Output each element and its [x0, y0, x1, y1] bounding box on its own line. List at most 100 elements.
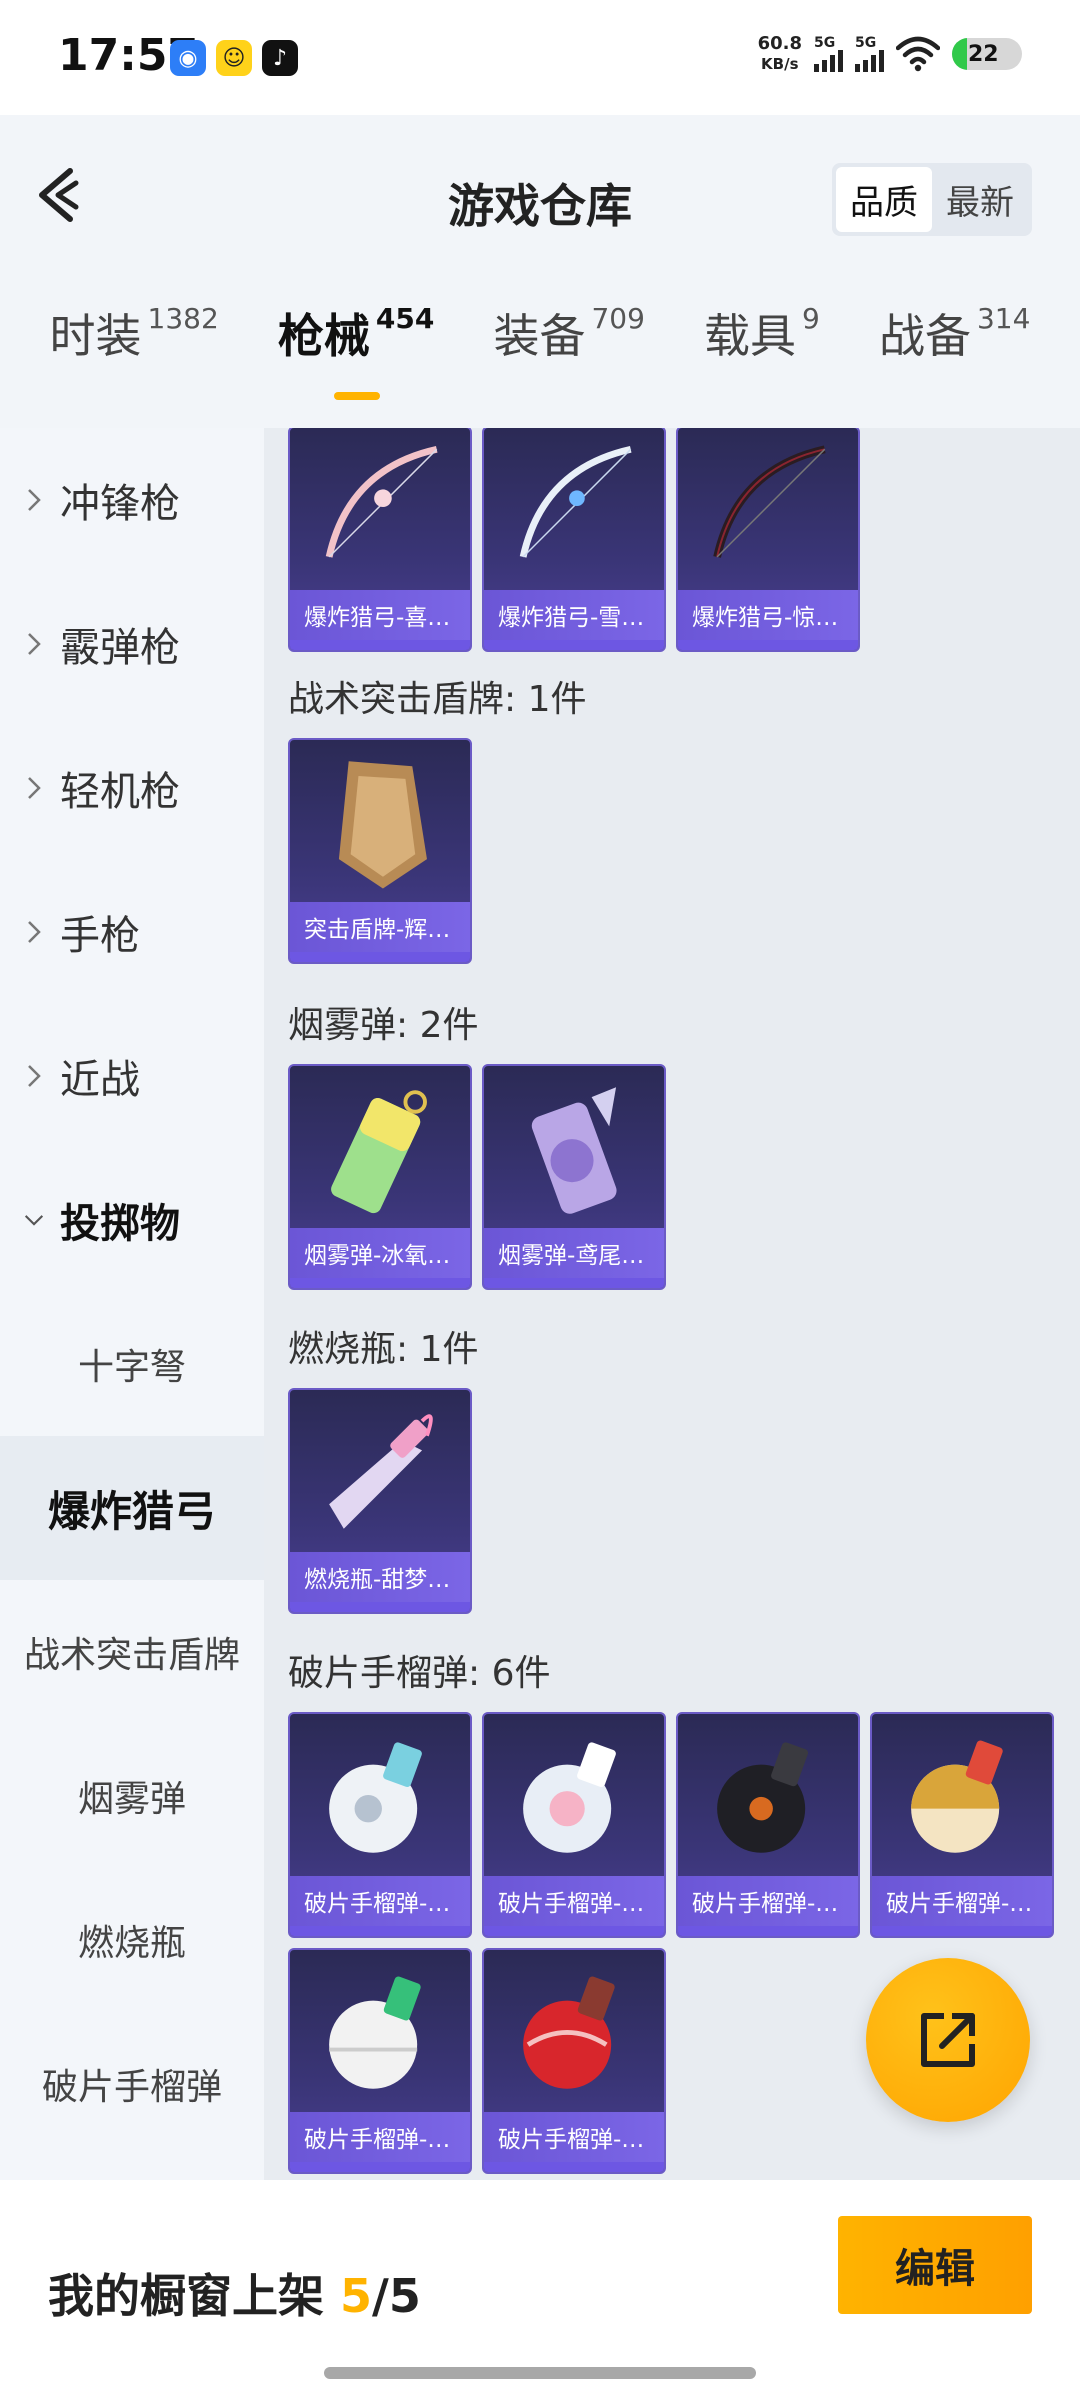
share-icon	[921, 2013, 975, 2067]
sidebar-item-shotgun[interactable]: 霰弹枪	[0, 572, 264, 716]
battery-level: 22	[968, 41, 999, 67]
sidebar-sub-crossbow[interactable]: 十字弩	[0, 1292, 264, 1436]
item-card[interactable]: 燃烧瓶-甜梦…	[288, 1388, 472, 1614]
signal-label-2: 5G	[855, 35, 877, 51]
item-card[interactable]: 破片手榴弹-…	[482, 1948, 666, 2174]
showcase-count-total: 5	[388, 2269, 421, 2323]
item-card[interactable]: 破片手榴弹-…	[288, 1712, 472, 1938]
app-icon-blue: ◉	[170, 40, 206, 76]
item-caption: 爆炸猎弓-雪…	[484, 590, 664, 640]
item-caption: 破片手榴弹-…	[484, 1876, 664, 1926]
category-tabs: 时装 1382 枪械 454 装备 709 载具 9 战备 314	[0, 300, 1080, 420]
home-indicator[interactable]	[324, 2367, 756, 2379]
item-card[interactable]: 爆炸猎弓-喜…	[288, 428, 472, 652]
item-caption: 燃烧瓶-甜梦…	[290, 1552, 470, 1602]
sidebar-item-throwables[interactable]: 投掷物	[0, 1148, 264, 1292]
smoke-grenade-image	[331, 1090, 427, 1214]
item-name: 突击盾牌-辉…	[304, 917, 451, 943]
item-caption: 破片手榴弹-…	[290, 1876, 470, 1926]
chevron-right-icon	[24, 632, 44, 656]
item-grid: 爆炸猎弓-喜… 爆炸猎弓-雪… 爆炸猎弓-惊… 战术突击盾牌: 1件 突击盾牌-…	[264, 428, 1080, 2180]
sidebar-sub-grenade[interactable]: 破片手榴弹	[0, 2012, 264, 2156]
chevron-right-icon	[24, 776, 44, 800]
sidebar-item-label: 冲锋枪	[60, 481, 180, 527]
showcase-count-current: 5	[340, 2269, 373, 2323]
sort-latest-button[interactable]: 最新	[932, 167, 1028, 232]
bow-image	[519, 445, 632, 558]
battery-icon: 22	[952, 38, 1022, 70]
section-title: 破片手榴弹: 6件	[288, 1653, 551, 1694]
item-caption: 破片手榴弹-…	[290, 2112, 470, 2162]
sidebar-item-label: 轻机枪	[60, 769, 180, 815]
tab-label: 装备	[493, 309, 586, 363]
net-speed: 60.8 KB/s	[758, 34, 802, 74]
frag-grenade-image	[523, 1976, 615, 2089]
status-indicators: 60.8 KB/s 5G 5G 22	[758, 34, 1022, 74]
sidebar-item-label: 近战	[60, 1057, 140, 1103]
tab-count: 9	[802, 302, 820, 335]
item-card[interactable]: 破片手榴弹-…	[288, 1948, 472, 2174]
signal-icon-2: 5G	[855, 36, 884, 72]
item-card[interactable]: 烟雾弹-鸢尾…	[482, 1064, 666, 1290]
chevron-right-icon	[24, 1064, 44, 1088]
signal-icon: 5G	[814, 36, 843, 72]
tab-vehicles[interactable]: 载具 9	[704, 300, 820, 366]
tab-equipment[interactable]: 装备 709	[493, 300, 644, 366]
item-name: 爆炸猎弓-惊…	[692, 605, 839, 631]
tab-label: 战备	[878, 309, 971, 363]
item-name: 烟雾弹-冰氧…	[304, 1243, 451, 1269]
item-card[interactable]: 烟雾弹-冰氧…	[288, 1064, 472, 1290]
tab-tactical[interactable]: 战备 314	[879, 300, 1030, 366]
tab-count: 1382	[147, 302, 219, 335]
sidebar-item-label: 霰弹枪	[60, 625, 180, 671]
item-name: 破片手榴弹-…	[304, 2127, 451, 2153]
wifi-icon	[896, 36, 940, 72]
edit-button[interactable]: 编辑	[838, 2216, 1032, 2314]
sidebar-item-smg[interactable]: 冲锋枪	[0, 428, 264, 572]
bow-image	[325, 445, 438, 558]
tiktok-icon: ♪	[262, 40, 298, 76]
item-name: 破片手榴弹-…	[692, 1891, 839, 1917]
item-caption: 破片手榴弹-…	[484, 2112, 664, 2162]
item-caption: 破片手榴弹-…	[678, 1876, 858, 1926]
sidebar: 冲锋枪 霰弹枪 轻机枪 手枪 近战 投掷物 十字弩 爆炸猎弓 战术突击盾牌 烟雾…	[0, 428, 264, 2180]
tab-firearms[interactable]: 枪械 454	[278, 300, 434, 400]
item-name: 烟雾弹-鸢尾…	[498, 1243, 645, 1269]
signal-label: 5G	[814, 35, 836, 51]
frag-grenade-image	[329, 1976, 421, 2089]
item-card[interactable]: 突击盾牌-辉…	[288, 738, 472, 964]
item-name: 爆炸猎弓-喜…	[304, 605, 451, 631]
item-name: 破片手榴弹-…	[498, 2127, 645, 2153]
sidebar-item-melee[interactable]: 近战	[0, 1004, 264, 1148]
sort-quality-button[interactable]: 品质	[836, 167, 932, 232]
item-card[interactable]: 破片手榴弹-…	[870, 1712, 1054, 1938]
sidebar-item-label: 投掷物	[60, 1201, 180, 1247]
sidebar-sub-shield[interactable]: 战术突击盾牌	[0, 1580, 264, 1724]
frag-grenade-image	[329, 1742, 422, 1853]
item-card[interactable]: 爆炸猎弓-雪…	[482, 428, 666, 652]
tab-label: 时装	[49, 309, 142, 363]
molotov-image	[329, 1414, 433, 1529]
item-name: 爆炸猎弓-雪…	[498, 605, 645, 631]
tab-fashion[interactable]: 时装 1382	[50, 300, 219, 366]
section-title: 燃烧瓶: 1件	[288, 1329, 479, 1370]
sidebar-sub-molotov[interactable]: 燃烧瓶	[0, 1868, 264, 2012]
net-speed-value: 60.8	[757, 33, 802, 54]
item-caption: 烟雾弹-冰氧…	[290, 1228, 470, 1278]
item-card[interactable]: 破片手榴弹-…	[482, 1712, 666, 1938]
sidebar-item-lmg[interactable]: 轻机枪	[0, 716, 264, 860]
sidebar-sub-explosive-bow[interactable]: 爆炸猎弓	[0, 1436, 264, 1580]
share-button[interactable]	[866, 1958, 1030, 2122]
item-name: 破片手榴弹-…	[304, 1891, 451, 1917]
item-caption: 突击盾牌-辉…	[290, 902, 470, 952]
shield-image	[338, 761, 427, 889]
section-title: 烟雾弹: 2件	[288, 1005, 479, 1046]
sidebar-item-pistol[interactable]: 手枪	[0, 860, 264, 1004]
sidebar-sub-smoke[interactable]: 烟雾弹	[0, 1724, 264, 1868]
tab-count: 709	[591, 302, 645, 335]
item-card[interactable]: 爆炸猎弓-惊…	[676, 428, 860, 652]
header: 游戏仓库 品质 最新	[0, 115, 1080, 275]
item-card[interactable]: 破片手榴弹-…	[676, 1712, 860, 1938]
item-name: 燃烧瓶-甜梦…	[304, 1567, 451, 1593]
item-caption: 爆炸猎弓-惊…	[678, 590, 858, 640]
